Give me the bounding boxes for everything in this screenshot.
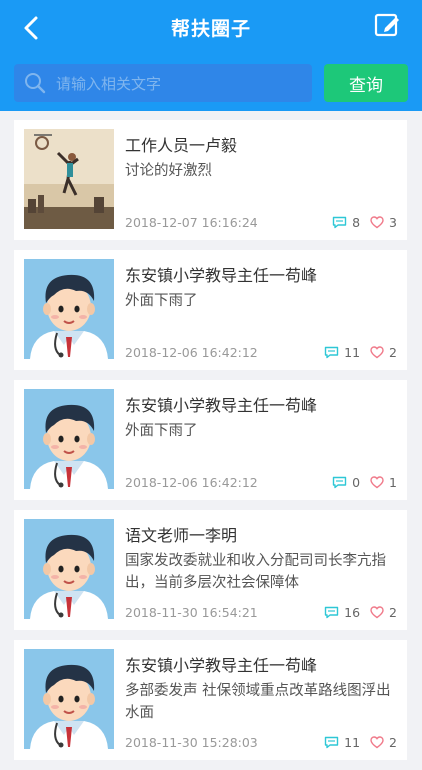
- heart-icon: [370, 216, 384, 229]
- comment-button[interactable]: 8: [332, 215, 360, 230]
- comment-count: 11: [344, 735, 361, 750]
- query-button[interactable]: 查询: [324, 64, 408, 102]
- comment-count: 8: [352, 215, 361, 230]
- post-author: 东安镇小学教导主任一苟峰: [125, 266, 318, 285]
- post-stats: 16 2: [324, 605, 397, 620]
- post-stats: 11 2: [324, 345, 397, 360]
- top-bar: 帮扶圈子: [0, 0, 422, 56]
- post-time: 2018-11-30 15:28:03: [125, 735, 258, 750]
- like-count: 2: [389, 345, 397, 360]
- post-list: 工作人员一卢毅 讨论的好激烈 2018-12-07 16:16:24 8 3 东…: [14, 120, 407, 770]
- comment-icon: [324, 606, 339, 619]
- post-time: 2018-12-06 16:42:12: [125, 345, 258, 360]
- post-content: 外面下雨了: [125, 293, 198, 309]
- comment-icon: [324, 346, 339, 359]
- post-author: 东安镇小学教导主任一苟峰: [125, 396, 318, 415]
- post-stats: 11 2: [324, 735, 397, 750]
- like-button[interactable]: 1: [370, 475, 397, 490]
- comment-icon: [324, 736, 339, 749]
- post-content: 讨论的好激烈: [125, 163, 212, 179]
- comment-count: 16: [344, 605, 361, 620]
- like-button[interactable]: 2: [370, 605, 397, 620]
- like-count: 2: [389, 605, 397, 620]
- post-card[interactable]: 语文老师一李明 国家发改委就业和收入分配司司长李亢指出，当前多层次社会保障体 2…: [14, 510, 407, 630]
- post-author: 东安镇小学教导主任一苟峰: [125, 656, 318, 675]
- like-button[interactable]: 2: [370, 735, 397, 750]
- post-avatar-image: [24, 649, 114, 749]
- comment-button[interactable]: 16: [324, 605, 360, 620]
- heart-icon: [370, 606, 384, 619]
- post-stats: 8 3: [332, 215, 397, 230]
- post-content: 国家发改委就业和收入分配司司长李亢指出，当前多层次社会保障体: [125, 553, 386, 591]
- header-bar: 帮扶圈子 查询: [0, 0, 422, 111]
- post-card[interactable]: 工作人员一卢毅 讨论的好激烈 2018-12-07 16:16:24 8 3: [14, 120, 407, 240]
- comment-button[interactable]: 0: [332, 475, 360, 490]
- comment-count: 0: [352, 475, 361, 490]
- post-content: 多部委发声 社保领域重点改革路线图浮出水面: [125, 683, 391, 721]
- comment-count: 11: [344, 345, 361, 360]
- post-card[interactable]: 东安镇小学教导主任一苟峰 外面下雨了 2018-12-06 16:42:12 0…: [14, 380, 407, 500]
- post-card[interactable]: 东安镇小学教导主任一苟峰 多部委发声 社保领域重点改革路线图浮出水面 2018-…: [14, 640, 407, 760]
- comment-icon: [332, 476, 347, 489]
- comment-icon: [332, 216, 347, 229]
- search-input[interactable]: [54, 64, 308, 104]
- post-time: 2018-11-30 16:54:21: [125, 605, 258, 620]
- post-avatar-image: [24, 259, 114, 359]
- post-time: 2018-12-06 16:42:12: [125, 475, 258, 490]
- comment-button[interactable]: 11: [324, 345, 360, 360]
- search-box: [14, 64, 312, 104]
- page-title: 帮扶圈子: [170, 18, 251, 40]
- post-author: 语文老师一李明: [125, 526, 238, 545]
- search-icon: [25, 73, 46, 94]
- heart-icon: [370, 346, 384, 359]
- edit-icon[interactable]: [374, 12, 400, 38]
- post-card[interactable]: 东安镇小学教导主任一苟峰 外面下雨了 2018-12-06 16:42:12 1…: [14, 250, 407, 370]
- like-count: 1: [389, 475, 397, 490]
- post-avatar-image: [24, 519, 114, 619]
- like-button[interactable]: 2: [370, 345, 397, 360]
- post-content: 外面下雨了: [125, 423, 198, 439]
- post-avatar-image: [24, 389, 114, 489]
- post-author: 工作人员一卢毅: [125, 136, 238, 155]
- post-stats: 0 1: [332, 475, 397, 490]
- like-count: 2: [389, 735, 397, 750]
- heart-icon: [370, 736, 384, 749]
- post-avatar-image: [24, 129, 114, 229]
- comment-button[interactable]: 11: [324, 735, 360, 750]
- post-time: 2018-12-07 16:16:24: [125, 215, 258, 230]
- like-count: 3: [389, 215, 397, 230]
- like-button[interactable]: 3: [370, 215, 397, 230]
- heart-icon: [370, 476, 384, 489]
